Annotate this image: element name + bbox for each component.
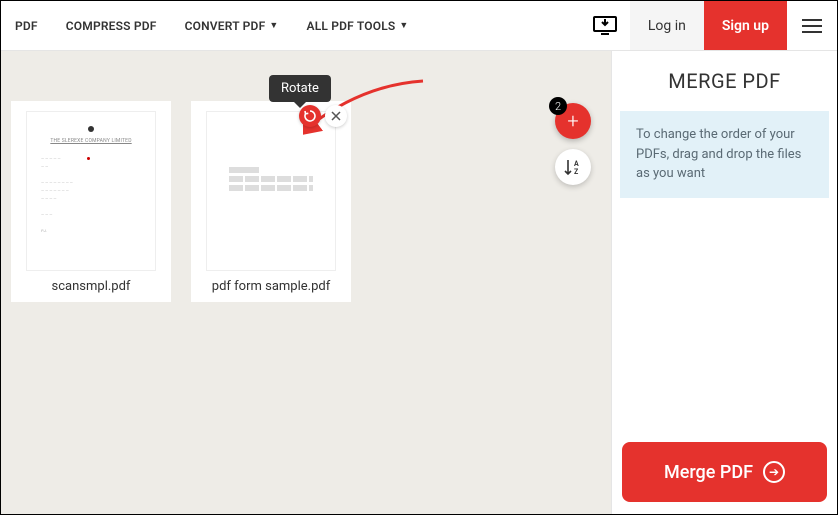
file-name-label: pdf form sample.pdf <box>212 279 330 294</box>
topbar-nav: PDF COMPRESS PDF CONVERT PDF ▼ ALL PDF T… <box>1 1 423 50</box>
sidebar-title: MERGE PDF <box>612 51 837 111</box>
nav-alltools-label: ALL PDF TOOLS <box>306 19 395 33</box>
topbar: PDF COMPRESS PDF CONVERT PDF ▼ ALL PDF T… <box>1 1 837 51</box>
thumb-marker <box>87 157 90 160</box>
merge-button[interactable]: Merge PDF ➔ <box>622 442 827 502</box>
file-card[interactable]: pdf form sample.pdf <box>191 101 351 302</box>
arrow-right-icon: ➔ <box>763 461 785 483</box>
topbar-right: Log in Sign up <box>580 1 837 50</box>
merge-button-label: Merge PDF <box>664 462 753 483</box>
nav-convert[interactable]: CONVERT PDF ▼ <box>171 1 293 50</box>
pdf-thumbnail: THE SLEREXE COMPANY LIMITED — — — — —— —… <box>26 111 156 271</box>
nav-convert-label: CONVERT PDF <box>185 19 266 33</box>
thumb-lines: — — — — —— —— — — — — — — —— — — — — — —… <box>37 155 145 235</box>
svg-text:A: A <box>574 160 579 168</box>
remove-button[interactable] <box>325 105 347 127</box>
rotate-tooltip: Rotate <box>269 75 331 102</box>
thumb-heading: THE SLEREXE COMPANY LIMITED <box>37 138 145 145</box>
rotate-button[interactable] <box>299 105 321 127</box>
add-file-button[interactable]: + 2 <box>555 103 591 139</box>
file-card-actions <box>299 105 347 127</box>
plus-icon: + <box>567 109 578 133</box>
sort-button[interactable]: A Z <box>555 149 591 185</box>
file-card[interactable]: THE SLEREXE COMPANY LIMITED — — — — —— —… <box>11 101 171 302</box>
download-desktop-icon[interactable] <box>580 1 630 50</box>
nav-alltools[interactable]: ALL PDF TOOLS ▼ <box>292 1 422 50</box>
caret-down-icon: ▼ <box>269 20 278 31</box>
workspace: Rotate THE SLEREXE COMPANY LIMITED — — —… <box>1 51 611 514</box>
signup-button[interactable]: Sign up <box>704 1 787 50</box>
hint-text: To change the order of your PDFs, drag a… <box>620 111 829 198</box>
svg-text:Z: Z <box>574 168 579 176</box>
nav-pdf[interactable]: PDF <box>1 1 52 50</box>
sidebar: MERGE PDF To change the order of your PD… <box>611 51 837 514</box>
pdf-thumbnail <box>206 111 336 271</box>
main-area: Rotate THE SLEREXE COMPANY LIMITED — — —… <box>1 51 837 514</box>
file-name-label: scansmpl.pdf <box>52 279 131 294</box>
nav-compress[interactable]: COMPRESS PDF <box>52 1 171 50</box>
caret-down-icon: ▼ <box>399 20 408 31</box>
file-count-badge: 2 <box>549 97 567 115</box>
hamburger-menu-icon[interactable] <box>787 1 837 50</box>
login-button[interactable]: Log in <box>630 1 704 50</box>
